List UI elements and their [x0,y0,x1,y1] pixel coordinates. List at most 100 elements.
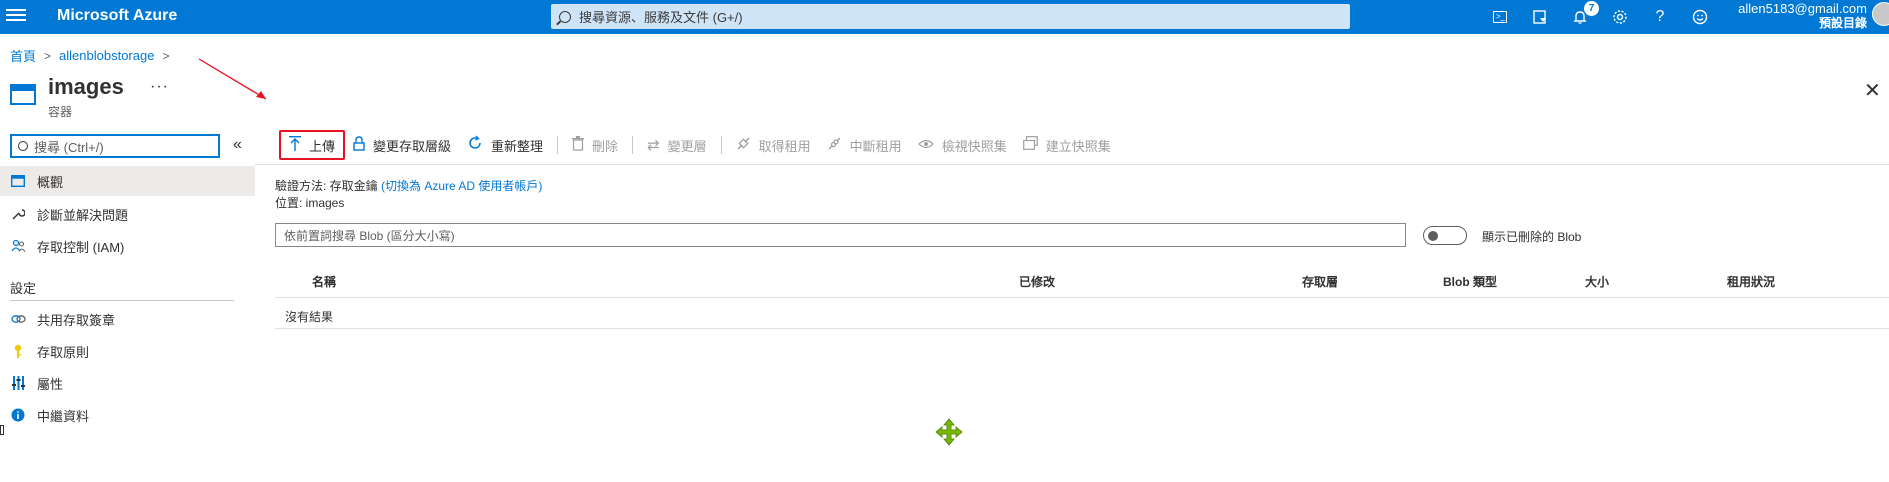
switch-auth-link[interactable]: (切換為 Azure AD 使用者帳戶) [381,179,542,193]
wrench-icon [10,206,26,222]
sidebar-item-metadata[interactable]: 中繼資料 [0,400,255,430]
breadcrumb-home[interactable]: 首頁 [10,46,36,65]
column-header-blob-type[interactable]: Blob 類型 [1443,273,1497,290]
nav-divider [10,300,234,301]
sidebar-item-diagnose[interactable]: 診斷並解決問題 [0,199,255,229]
global-search-input[interactable]: 搜尋資源、服務及文件 (G+/) [551,4,1350,29]
key-icon [10,343,26,359]
chevron-right-icon: > [44,48,52,63]
nav-section-settings: 設定 [10,281,37,296]
sidebar-item-label: 診斷並解決問題 [37,207,129,223]
column-header-lease-state[interactable]: 租用狀況 [1727,273,1775,290]
create-snapshot-label: 建立快照集 [1045,138,1111,154]
show-deleted-toggle[interactable] [1423,226,1467,245]
column-header-modified[interactable]: 已修改 [1019,273,1055,290]
sidebar-item-overview[interactable]: 概觀 [0,166,255,196]
info-icon [10,407,26,423]
sidebar-item-label: 概觀 [37,174,64,190]
delete-button[interactable]: 刪除 [564,130,626,160]
sidebar-item-label: 存取控制 (IAM) [37,239,125,255]
sidebar-item-label: 中繼資料 [37,408,90,424]
view-snapshots-button[interactable]: 檢視快照集 [910,130,1015,160]
column-header-access-tier[interactable]: 存取層 [1302,273,1338,290]
upload-label: 上傳 [309,138,336,154]
blob-prefix-search-input[interactable]: 依前置詞搜尋 Blob (區分大小寫) [275,223,1406,247]
acquire-lease-label: 取得租用 [758,138,811,154]
brand-title[interactable]: Microsoft Azure [57,7,177,25]
sidebar-item-label: 存取原則 [37,344,90,360]
user-email: allen5183@gmail.com [1738,1,1867,16]
toolbar-divider-line [255,164,1889,165]
move-cursor-icon [935,418,963,446]
auth-method-label: 驗證方法: 存取金鑰 [275,179,378,193]
upload-icon [289,135,301,155]
help-icon[interactable]: ? [1640,0,1680,34]
user-directory: 預設目錄 [1818,16,1867,30]
location-text: 位置: images [275,196,345,210]
toolbar-divider [557,136,559,154]
change-tier-label: 變更層 [667,138,707,154]
refresh-button[interactable]: 重新整理 [459,130,551,160]
container-icon [10,84,36,105]
gear-icon[interactable] [1600,0,1640,34]
break-lease-label: 中斷租用 [849,138,902,154]
hamburger-menu-icon[interactable] [6,6,26,26]
change-access-tier-label: 變更存取層級 [373,138,452,154]
cloud-shell-icon[interactable]: >_ [1480,0,1520,34]
chevron-right-icon: > [162,48,170,63]
search-icon [559,10,571,23]
account-info[interactable]: allen5183@gmail.com 預設目錄 [1729,1,1867,31]
feedback-icon[interactable] [1680,0,1720,34]
sidebar-item-sas[interactable]: 共用存取簽章 [0,304,255,334]
table-header-divider [275,297,1889,298]
sidebar-item-label: 屬性 [37,376,64,392]
auth-method: 驗證方法: 存取金鑰 (切換為 Azure AD 使用者帳戶) [275,177,542,194]
breadcrumb: 首頁 > allenblobstorage > [10,46,177,65]
breadcrumb-storage-account[interactable]: allenblobstorage [59,48,154,63]
edge-marker [0,425,4,435]
people-icon [10,238,26,254]
page-title: images [48,74,124,99]
show-deleted-label: 顯示已刪除的 Blob [1482,230,1582,244]
link-icon [736,136,751,155]
delete-label: 刪除 [592,138,619,154]
table-bottom-divider [275,328,1889,329]
swap-arrows-icon: ⇄ [647,137,660,154]
global-search-placeholder: 搜尋資源、服務及文件 (G+/) [579,10,743,25]
container-icon [10,173,26,189]
eye-icon [917,137,934,154]
top-bar: Microsoft Azure 搜尋資源、服務及文件 (G+/) >_ 7 ? … [0,0,1889,34]
snapshot-icon [1022,136,1038,154]
column-header-size[interactable]: 大小 [1585,273,1609,290]
close-icon[interactable]: ✕ [1864,78,1881,103]
search-icon [18,141,28,151]
create-snapshot-button[interactable]: 建立快照集 [1015,130,1119,160]
toolbar-divider [632,136,634,154]
toolbar-divider [720,136,722,154]
empty-table-message: 沒有結果 [285,310,334,324]
acquire-lease-button[interactable]: 取得租用 [728,130,819,160]
column-header-name[interactable]: 名稱 [312,273,336,290]
sidebar-item-label: 共用存取簽章 [37,312,116,328]
lock-icon [353,135,365,155]
collapse-nav-icon[interactable]: « [233,136,242,154]
avatar[interactable] [1872,2,1889,26]
break-lease-button[interactable]: 中斷租用 [819,130,910,160]
command-bar: 上傳 變更存取層級 重新整理 刪除 ⇄ 變更層 取得租用 中斷租用 檢視快照集 … [279,128,1119,162]
nav-search-input[interactable]: 搜尋 (Ctrl+/) [10,134,220,158]
refresh-icon [467,135,483,155]
red-annotation-arrow-icon [198,58,267,100]
change-access-tier-button[interactable]: 變更存取層級 [345,130,459,160]
sidebar-item-properties[interactable]: 屬性 [0,368,255,398]
directory-filter-icon[interactable] [1520,0,1560,34]
bell-icon[interactable]: 7 [1560,0,1600,34]
notification-badge: 7 [1584,1,1599,16]
more-options-button[interactable]: ··· [150,78,169,96]
page-subtitle: 容器 [48,105,73,119]
blob-search-placeholder: 依前置詞搜尋 Blob (區分大小寫) [284,228,455,243]
sidebar-item-iam[interactable]: 存取控制 (IAM) [0,231,255,261]
top-icons: >_ 7 ? [1480,0,1720,34]
upload-button[interactable]: 上傳 [279,130,346,160]
change-tier-button[interactable]: ⇄ 變更層 [639,130,715,160]
sidebar-item-access-policy[interactable]: 存取原則 [0,336,255,366]
